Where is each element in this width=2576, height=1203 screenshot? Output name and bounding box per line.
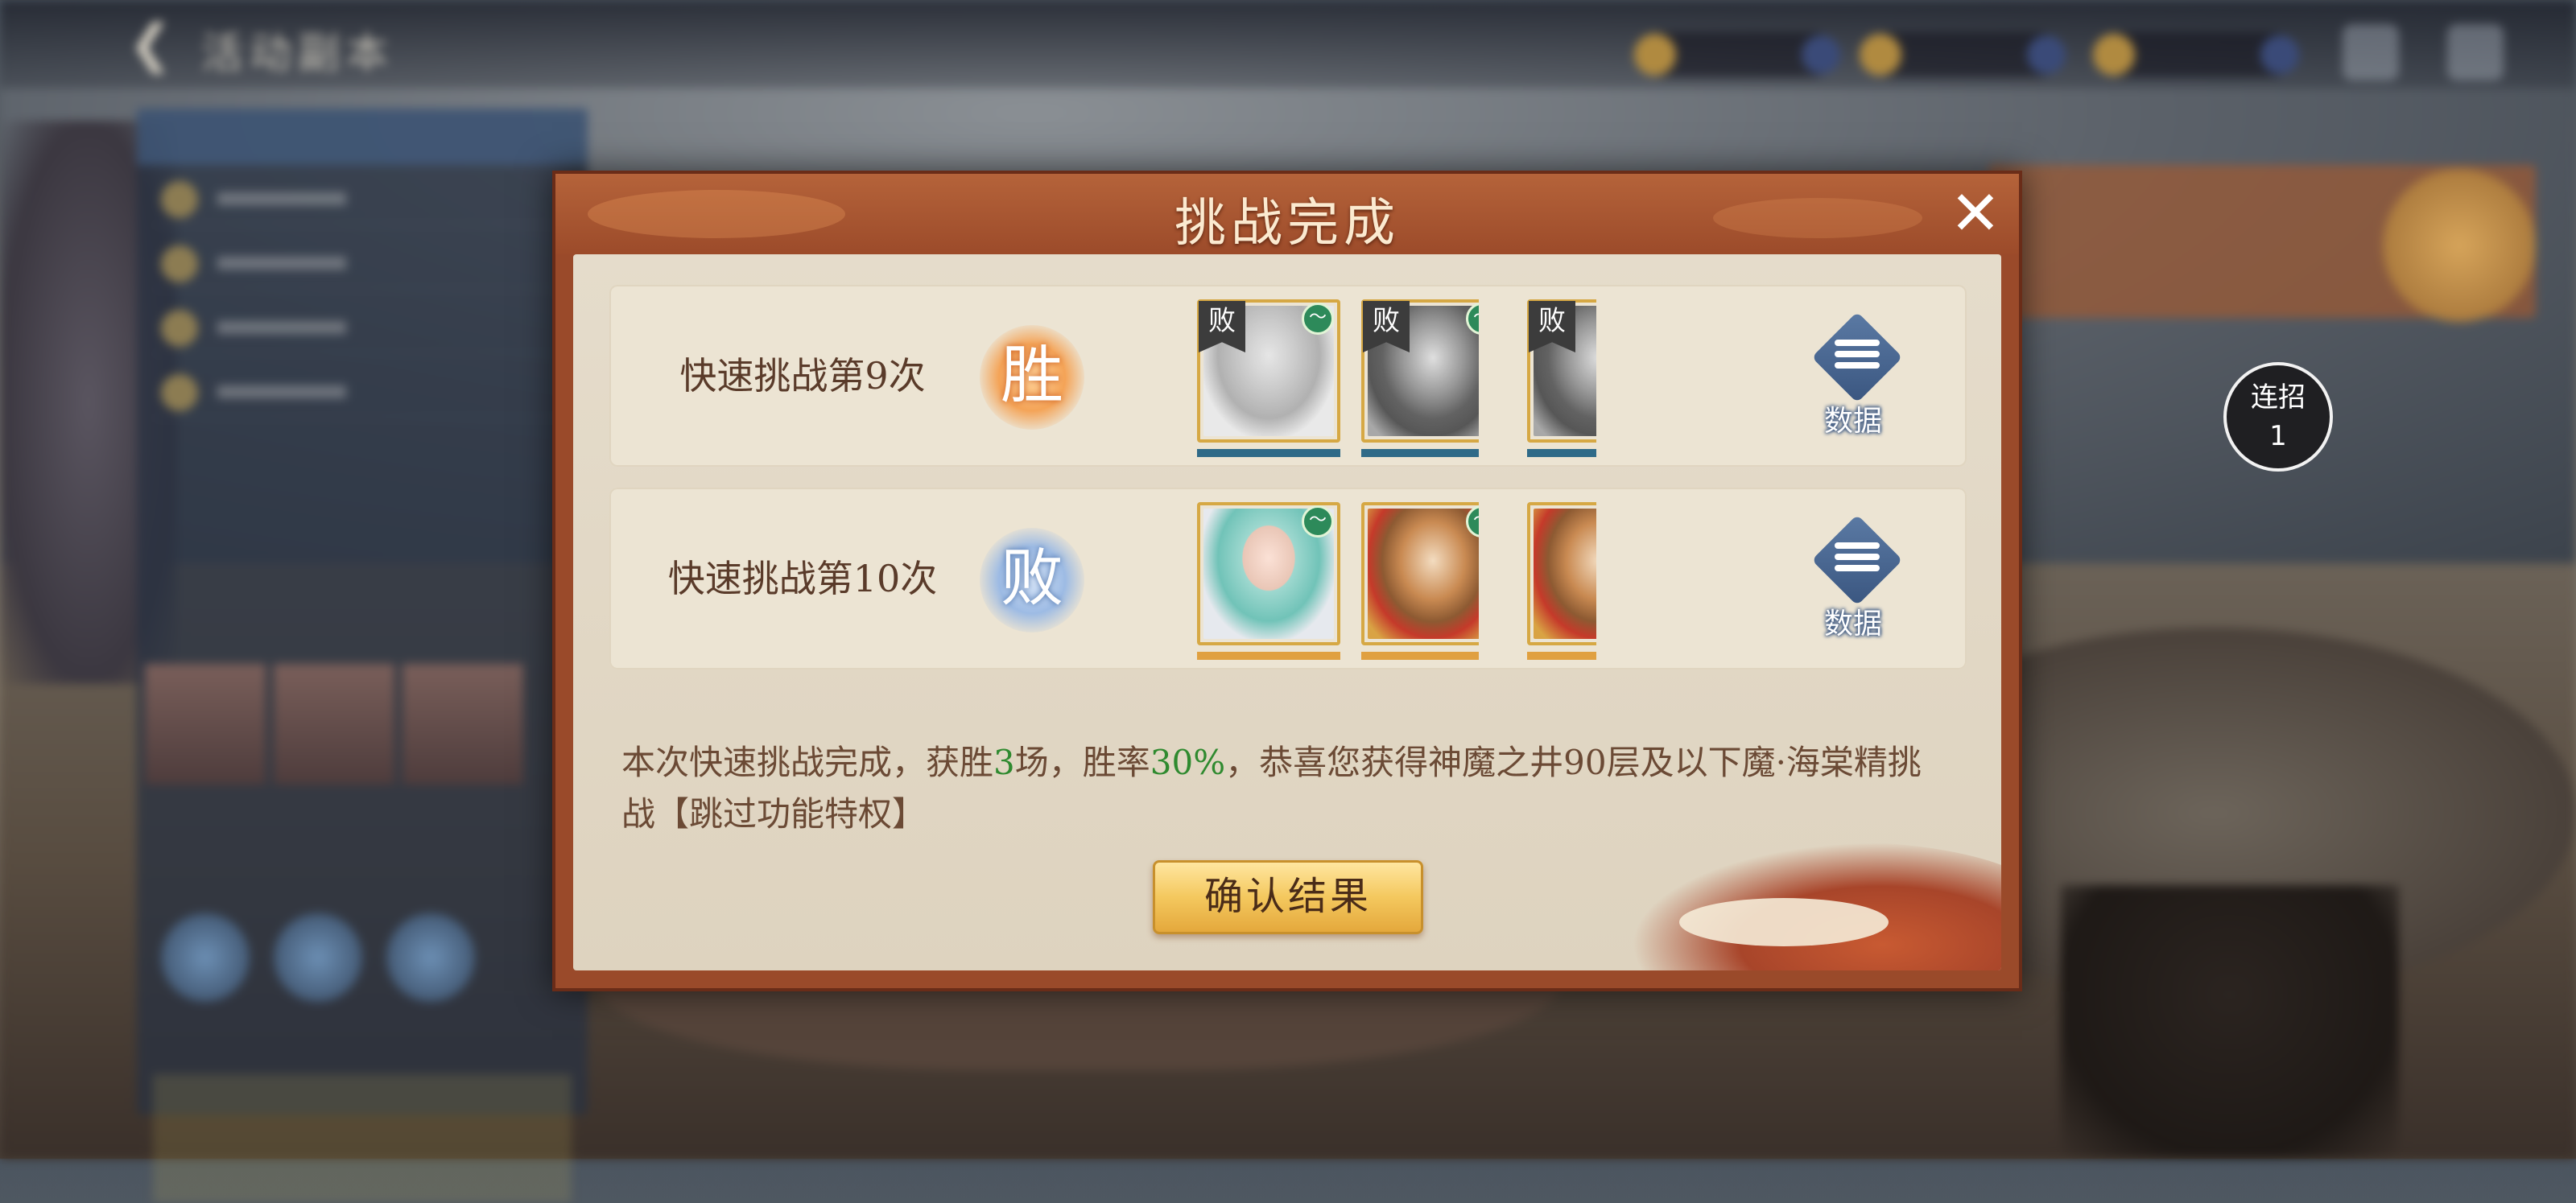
data-label: 数据 [1823,405,1882,438]
hero-portrait[interactable]: 〜 [1361,502,1479,660]
row-label: 快速挑战第9次 [679,354,926,398]
hero-portrait[interactable] [1527,502,1596,660]
top-title: 活动副本 [201,30,395,78]
rank-icon: 〜 [1302,505,1334,538]
hero-portrait[interactable]: 败 〜 [1197,299,1340,457]
mail-icon[interactable] [2447,24,2504,80]
dialog-title: 挑战完成 [1174,194,1400,253]
add-icon[interactable] [2027,35,2066,74]
confirm-result-button[interactable]: 确认结果 [1153,860,1423,934]
combo-count: 1 [2269,420,2287,452]
result-row-1: 快速挑战第9次 胜 败 〜 败 〜 败 〜 [609,285,1967,467]
resource-pill-2 [1860,32,2066,77]
data-label: 数据 [1823,608,1882,641]
resource-pill-1 [1634,32,1840,77]
win-badge: 胜 [980,325,1084,430]
list-icon [1835,340,1880,377]
wins-count: 3 [993,743,1015,782]
left-side-panel [137,109,588,1203]
right-medallion [2383,169,2536,322]
add-icon[interactable] [2260,35,2299,74]
rank-icon: 〜 [1302,303,1334,335]
combo-label: 连招 [2251,381,2306,414]
list-icon [1835,542,1880,579]
hero-portrait[interactable]: 败 〜 [1361,299,1479,457]
dialog-body: 快速挑战第9次 胜 败 〜 败 〜 败 〜 [573,254,2001,970]
bg-character-right [2061,885,2399,1159]
combo-badge: 连招 1 [2223,362,2333,472]
challenge-complete-dialog: 挑战完成 ✕ 快速挑战第9次 胜 败 〜 败 〜 [552,171,2022,991]
top-bar: ❮ 活动副本 [0,0,2576,89]
back-arrow-icon[interactable]: ❮ [129,16,185,72]
lose-badge: 败 [980,528,1084,632]
row-label: 快速挑战第10次 [667,557,938,600]
win-rate: 30% [1150,743,1226,782]
hero-list: 〜 〜 〜 [1197,502,1479,671]
close-icon[interactable]: ✕ [1946,183,2004,244]
hero-portrait[interactable]: 〜 [1197,502,1340,660]
add-icon[interactable] [1802,35,1840,74]
resource-pill-3 [2093,32,2299,77]
result-row-2: 快速挑战第10次 败 〜 〜 〜 [609,488,1967,669]
dialog-header: 挑战完成 ✕ [555,174,2019,254]
chat-icon[interactable] [2343,24,2399,80]
hero-portrait[interactable]: 败 [1527,299,1596,457]
hero-list: 败 〜 败 〜 败 〜 [1197,299,1479,468]
data-button[interactable]: 数据 [1793,514,1913,649]
summary-text: 本次快速挑战完成，获胜3场，胜率30%，恭喜您获得神魔之井90层及以下魔·海棠精… [621,743,1922,834]
data-button[interactable]: 数据 [1793,311,1913,446]
